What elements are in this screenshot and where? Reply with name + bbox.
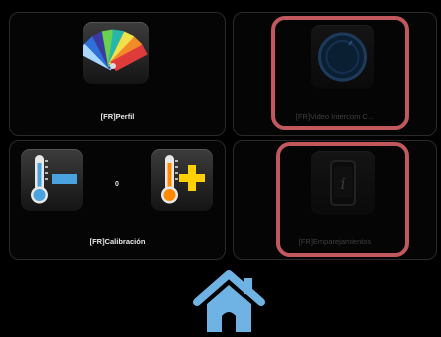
intercom-highlight-ring — [271, 16, 409, 130]
thermometer-minus-icon[interactable] — [21, 149, 83, 211]
calibration-tile: 0 [FR]Calibración — [9, 140, 226, 260]
thermometer-plus-icon[interactable] — [151, 149, 213, 211]
pairing-highlight-ring — [276, 142, 409, 257]
calibration-value: 0 — [115, 181, 119, 188]
home-icon — [193, 270, 265, 332]
calibration-label: [FR]Calibración — [89, 237, 146, 246]
profile-tile[interactable]: [FR]Perfil — [9, 12, 226, 136]
profile-label: [FR]Perfil — [100, 112, 135, 121]
home-button[interactable] — [193, 268, 265, 332]
color-palette-icon — [83, 22, 149, 84]
